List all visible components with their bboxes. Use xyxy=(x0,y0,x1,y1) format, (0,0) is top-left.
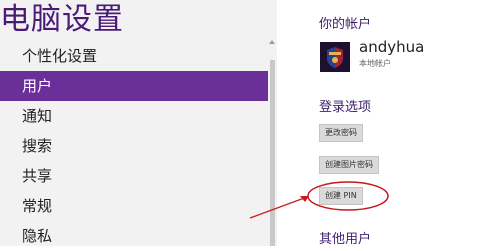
nav-item-notifications[interactable]: 通知 xyxy=(0,101,268,131)
page-title: 电脑设置 xyxy=(0,2,124,37)
account-type: 本地帐户 xyxy=(359,59,391,68)
change-password-button[interactable]: 更改密码 xyxy=(319,124,363,142)
nav-item-search[interactable]: 搜索 xyxy=(0,131,268,161)
avatar xyxy=(320,42,350,72)
create-pin-button[interactable]: 创建 PIN xyxy=(319,187,363,205)
other-users-heading: 其他用户 xyxy=(319,232,372,247)
username: andyhua xyxy=(359,38,425,56)
user-avatar-icon xyxy=(320,42,350,72)
nav-item-general[interactable]: 常规 xyxy=(0,191,268,221)
nav-item-users[interactable]: 用户 xyxy=(0,71,268,101)
signin-options-heading: 登录选项 xyxy=(319,100,372,115)
scroll-thumb[interactable] xyxy=(270,60,275,246)
your-account-heading: 你的帐户 xyxy=(319,17,372,32)
right-pane: 你的帐户 andyhua 本地帐户 登录选项 更改密码 创建图片密码 创建 PI… xyxy=(277,0,500,247)
create-picture-password-button[interactable]: 创建图片密码 xyxy=(319,156,379,174)
scroll-up-arrow-icon[interactable] xyxy=(269,40,275,44)
nav-item-personalization[interactable]: 个性化设置 xyxy=(0,41,268,71)
left-pane: 电脑设置 个性化设置 用户 通知 搜索 共享 常规 隐私 xyxy=(0,0,277,246)
nav-item-privacy[interactable]: 隐私 xyxy=(0,221,268,251)
nav-scrollbar[interactable] xyxy=(268,0,277,246)
nav-list: 个性化设置 用户 通知 搜索 共享 常规 隐私 xyxy=(0,41,268,251)
nav-item-share[interactable]: 共享 xyxy=(0,161,268,191)
